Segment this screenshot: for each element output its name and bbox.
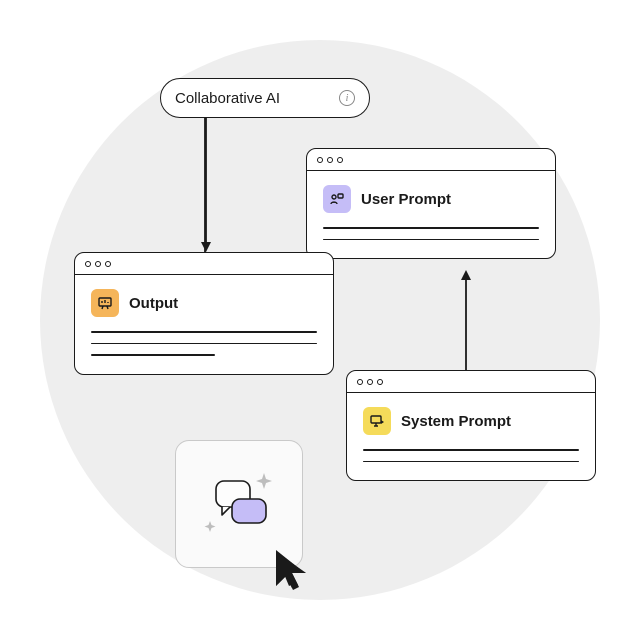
- text-line: [91, 331, 317, 333]
- window-titlebar: [75, 253, 333, 275]
- monitor-play-icon: [363, 407, 391, 435]
- window-control-dot: [377, 379, 383, 385]
- window-control-dot: [105, 261, 111, 267]
- window-control-dot: [337, 157, 343, 163]
- text-line: [363, 449, 579, 451]
- text-line: [323, 227, 539, 229]
- output-window: Output: [74, 252, 334, 375]
- window-control-dot: [317, 157, 323, 163]
- topic-pill: Collaborative AI i: [160, 78, 370, 118]
- window-control-dot: [85, 261, 91, 267]
- window-titlebar: [307, 149, 555, 171]
- window-control-dot: [95, 261, 101, 267]
- window-title: Output: [129, 295, 178, 312]
- cursor-pointer-icon: [272, 548, 312, 592]
- window-control-dot: [357, 379, 363, 385]
- chat-bubbles-icon: [194, 459, 284, 549]
- window-control-dot: [327, 157, 333, 163]
- text-line: [323, 239, 539, 241]
- text-line: [363, 461, 579, 463]
- window-title: User Prompt: [361, 191, 451, 208]
- topic-label: Collaborative AI: [175, 90, 280, 107]
- user-icon: [323, 185, 351, 213]
- text-line: [91, 354, 215, 356]
- user-prompt-window: User Prompt: [306, 148, 556, 259]
- window-title: System Prompt: [401, 413, 511, 430]
- text-line: [91, 343, 317, 345]
- window-titlebar: [347, 371, 595, 393]
- presentation-icon: [91, 289, 119, 317]
- system-prompt-window: System Prompt: [346, 370, 596, 481]
- window-control-dot: [367, 379, 373, 385]
- info-icon[interactable]: i: [339, 90, 355, 106]
